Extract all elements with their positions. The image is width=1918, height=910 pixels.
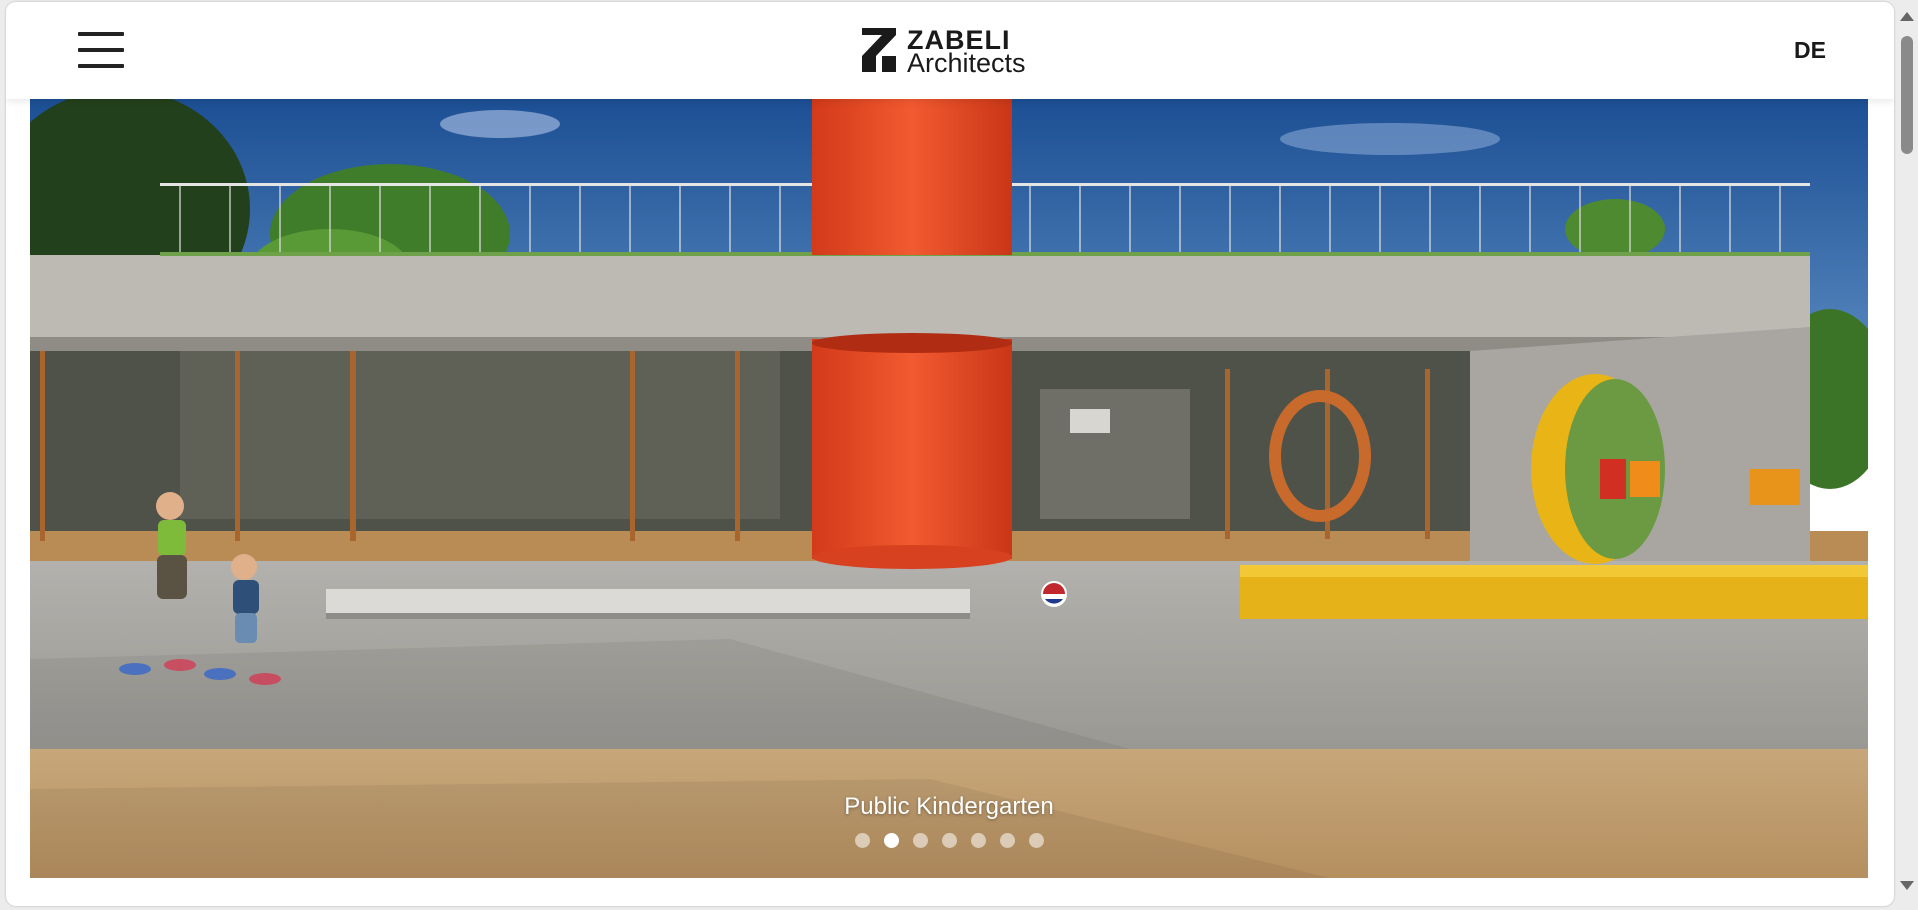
hamburger-menu-icon[interactable] — [78, 32, 124, 68]
hero-slider[interactable]: Public Kindergarten — [30, 99, 1868, 878]
slide-dot[interactable] — [999, 833, 1015, 848]
hero-image — [30, 99, 1868, 878]
logo-subtitle: Architects — [907, 48, 1026, 78]
slide-caption: Public Kindergarten — [844, 793, 1054, 820]
slide-dot[interactable] — [970, 833, 986, 848]
browser-window: ZABELI Architects DE Public Kindergarten — [6, 2, 1894, 906]
slide-pagination — [30, 833, 1868, 848]
slide-dot[interactable] — [854, 833, 870, 848]
scroll-down-arrow-icon[interactable] — [1900, 881, 1914, 890]
scrollbar-thumb[interactable] — [1901, 36, 1913, 154]
logo-mark-icon — [862, 28, 896, 72]
language-switch[interactable]: DE — [1794, 37, 1826, 64]
vertical-scrollbar[interactable] — [1894, 0, 1918, 910]
slide-dot[interactable] — [1028, 833, 1044, 848]
slide-dot-active[interactable] — [883, 833, 899, 848]
logo[interactable]: ZABELI Architects — [862, 26, 1062, 78]
site-header: ZABELI Architects DE — [6, 2, 1894, 99]
scroll-up-arrow-icon[interactable] — [1900, 12, 1914, 21]
slide-dot[interactable] — [912, 833, 928, 848]
slide-dot[interactable] — [941, 833, 957, 848]
